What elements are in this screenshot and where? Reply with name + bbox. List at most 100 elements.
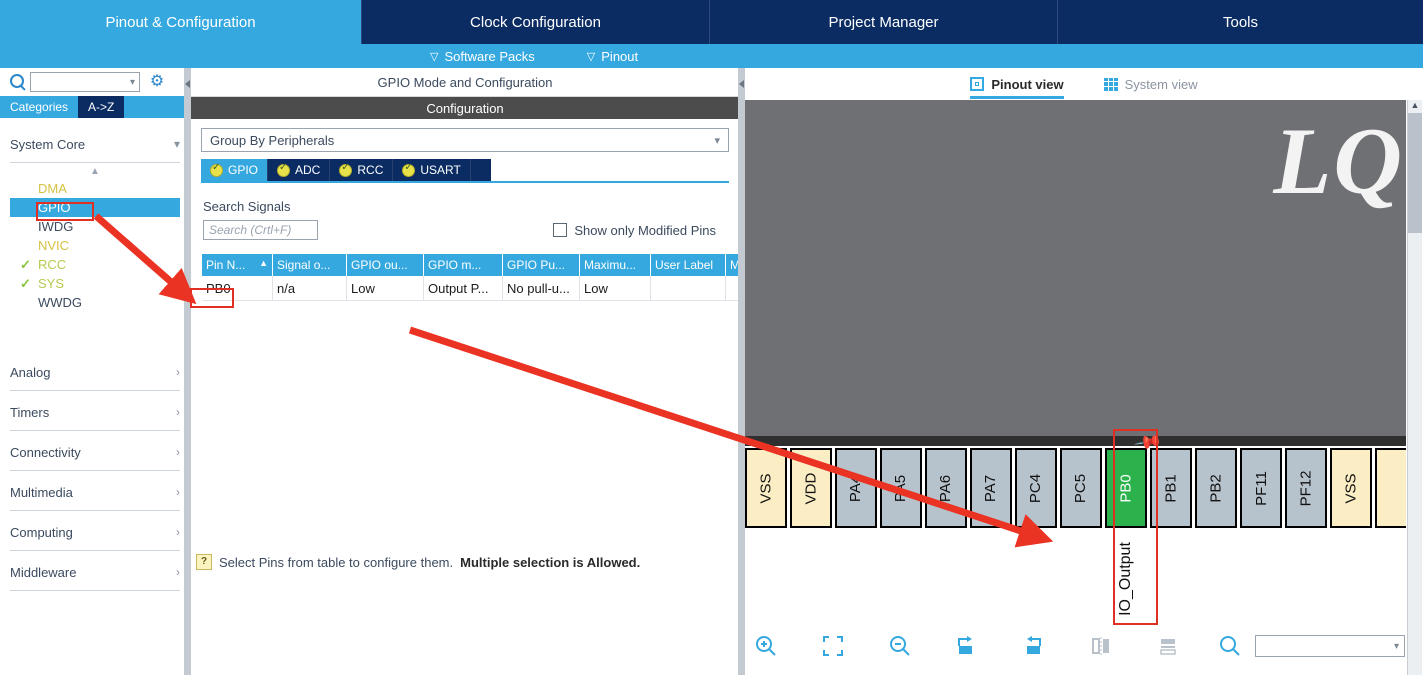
- fit-to-screen-icon[interactable]: [812, 628, 854, 664]
- item-label: SYS: [38, 276, 65, 291]
- tab-project-manager[interactable]: Project Manager: [710, 0, 1058, 44]
- tab-tools[interactable]: Tools: [1058, 0, 1423, 44]
- pin-pb0[interactable]: PB0: [1105, 448, 1147, 528]
- peripheral-tab-adc[interactable]: ADC: [268, 159, 331, 181]
- pin-pf12[interactable]: PF12: [1285, 448, 1327, 528]
- gear-icon[interactable]: ⚙: [148, 73, 166, 91]
- menu-pinout[interactable]: ▽ Pinout: [587, 49, 638, 64]
- sidebar-item-iwdg[interactable]: IWDG: [10, 217, 180, 236]
- tab-system-view[interactable]: System view: [1103, 69, 1198, 99]
- pin-vss-1[interactable]: VSS: [745, 448, 787, 528]
- sub-tool-bar: ▽ Software Packs ▽ Pinout: [0, 44, 1423, 68]
- tab-pinout-view[interactable]: Pinout view: [970, 69, 1064, 99]
- cell-maximum-speed[interactable]: Low: [579, 276, 651, 301]
- column-header-gpio-output-level[interactable]: GPIO ou...: [346, 254, 424, 276]
- category-group-middleware[interactable]: Middleware ›: [10, 554, 180, 591]
- zoom-in-icon[interactable]: [745, 628, 787, 664]
- search-icon[interactable]: [1209, 628, 1251, 664]
- peripheral-tab-rcc[interactable]: RCC: [330, 159, 394, 181]
- sidebar-item-wwdg[interactable]: WWDG: [10, 293, 180, 312]
- pin-vss-2[interactable]: VSS: [1330, 448, 1372, 528]
- keep-layout-icon[interactable]: [1147, 628, 1189, 664]
- show-only-modified-pins-checkbox[interactable]: Show only Modified Pins: [553, 223, 716, 238]
- pin-label: PF11: [1252, 470, 1270, 506]
- scroll-up-arrow[interactable]: ▲: [1408, 100, 1422, 111]
- category-group-multimedia[interactable]: Multimedia ›: [10, 474, 180, 511]
- search-signals-placeholder: Search (Crtl+F): [209, 223, 292, 237]
- sidebar-item-dma[interactable]: DMA: [10, 179, 180, 198]
- sidebar-item-rcc[interactable]: ✓ RCC: [10, 255, 180, 274]
- pin-pa7[interactable]: PA7: [970, 448, 1012, 528]
- view-tab-label: Pinout view: [991, 76, 1064, 92]
- tab-pinout-configuration[interactable]: Pinout & Configuration: [0, 0, 362, 44]
- view-tab-label: System view: [1124, 76, 1198, 92]
- rotate-right-icon[interactable]: [946, 628, 988, 664]
- category-group-timers[interactable]: Timers ›: [10, 394, 180, 431]
- pinout-canvas[interactable]: LQ VSS VDD PA4 PA5 PA6 PA7 PC4 PC5 PB0 P…: [745, 100, 1406, 630]
- peripheral-tab-bar: GPIO ADC RCC USART: [201, 159, 491, 181]
- tab-clock-configuration[interactable]: Clock Configuration: [362, 0, 710, 44]
- category-group-system-core[interactable]: System Core ▾: [10, 126, 180, 163]
- column-header-signal-on-pin[interactable]: Signal o...: [272, 254, 347, 276]
- configuration-header: Configuration: [191, 97, 739, 119]
- zoom-out-icon[interactable]: [879, 628, 921, 664]
- column-header-user-label[interactable]: User Label: [650, 254, 726, 276]
- rotate-left-icon[interactable]: [1013, 628, 1055, 664]
- check-circle-icon: [339, 162, 353, 177]
- table-row[interactable]: PB0 n/a Low Output P... No pull-u... Low: [202, 276, 800, 301]
- menu-software-packs[interactable]: ▽ Software Packs: [430, 49, 535, 64]
- peripheral-tab-usart[interactable]: USART: [393, 159, 471, 181]
- scrollbar-thumb[interactable]: [1408, 113, 1422, 233]
- tree-scroll-up[interactable]: ▲: [10, 163, 180, 179]
- table-header-row: Pin N... ▲ Signal o... GPIO ou... GPIO m.…: [202, 254, 800, 276]
- chevron-right-icon: ›: [176, 405, 180, 419]
- chevron-down-icon: ▽: [586, 50, 596, 63]
- pin-pa4[interactable]: PA4: [835, 448, 877, 528]
- pin-configuration-table: Pin N... ▲ Signal o... GPIO ou... GPIO m.…: [202, 254, 800, 301]
- pin-vdd-2[interactable]: [1375, 448, 1406, 528]
- flip-icon[interactable]: [1080, 628, 1122, 664]
- search-signals-input[interactable]: Search (Crtl+F): [203, 220, 318, 240]
- pin-pa5[interactable]: PA5: [880, 448, 922, 528]
- column-header-gpio-pull[interactable]: GPIO Pu...: [502, 254, 580, 276]
- item-label: WWDG: [38, 295, 83, 310]
- cell-pin-name[interactable]: PB0: [202, 276, 273, 301]
- column-header-maximum-speed[interactable]: Maximu...: [579, 254, 651, 276]
- cell-signal-on-pin[interactable]: n/a: [272, 276, 347, 301]
- pin-label: PA7: [982, 474, 1000, 502]
- category-tree: System Core ▾ ▲ DMA GPIO IWDG NVIC ✓ RCC …: [10, 126, 180, 591]
- group-by-dropdown[interactable]: Group By Peripherals ▾: [201, 128, 729, 152]
- category-group-computing[interactable]: Computing ›: [10, 514, 180, 551]
- sidebar-item-gpio[interactable]: GPIO: [10, 198, 180, 217]
- pin-pc4[interactable]: PC4: [1015, 448, 1057, 528]
- main-tab-bar: Pinout & Configuration Clock Configurati…: [0, 0, 1423, 44]
- category-group-connectivity[interactable]: Connectivity ›: [10, 434, 180, 471]
- sidebar-item-nvic[interactable]: NVIC: [10, 236, 180, 255]
- splitter-left[interactable]: [184, 68, 191, 675]
- view-button-a-to-z[interactable]: A->Z: [78, 96, 125, 118]
- cell-gpio-pull[interactable]: No pull-u...: [502, 276, 580, 301]
- pin-pc5[interactable]: PC5: [1060, 448, 1102, 528]
- vertical-scrollbar[interactable]: ▲: [1407, 100, 1422, 675]
- group-by-value: Group By Peripherals: [210, 132, 335, 148]
- view-button-categories[interactable]: Categories: [0, 96, 78, 118]
- category-group-analog[interactable]: Analog ›: [10, 354, 180, 391]
- pin-vdd[interactable]: VDD: [790, 448, 832, 528]
- sidebar-search-input[interactable]: ▾: [30, 72, 140, 92]
- pinout-search-input[interactable]: ▾: [1255, 635, 1405, 657]
- peripheral-tab-gpio[interactable]: GPIO: [201, 159, 269, 181]
- pin-pf11[interactable]: PF11: [1240, 448, 1282, 528]
- pin-label: PB2: [1207, 473, 1225, 503]
- tab-label: Project Manager: [828, 13, 939, 31]
- cell-user-label[interactable]: [650, 276, 726, 301]
- cell-gpio-output-level[interactable]: Low: [346, 276, 424, 301]
- pin-pb2[interactable]: PB2: [1195, 448, 1237, 528]
- cell-gpio-mode[interactable]: Output P...: [423, 276, 503, 301]
- sidebar-item-sys[interactable]: ✓ SYS: [10, 274, 180, 293]
- splitter-right[interactable]: [738, 68, 745, 675]
- column-header-pin-name[interactable]: Pin N... ▲: [202, 254, 273, 276]
- pin-pb1[interactable]: PB1: [1150, 448, 1192, 528]
- column-header-gpio-mode[interactable]: GPIO m...: [423, 254, 503, 276]
- pin-pa6[interactable]: PA6: [925, 448, 967, 528]
- pin-label: PA4: [847, 474, 865, 502]
